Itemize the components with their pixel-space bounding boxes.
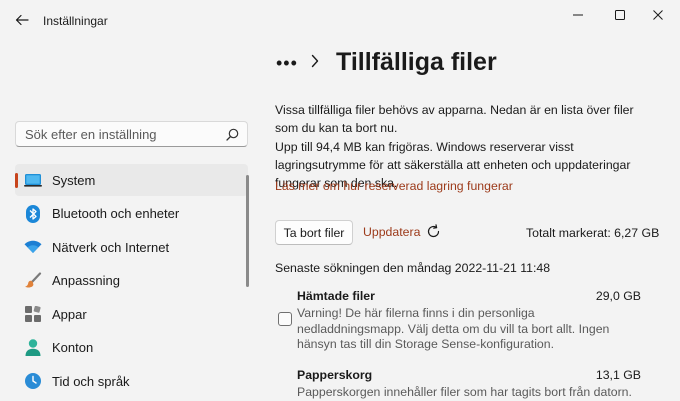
- sidebar-item-system[interactable]: System: [15, 164, 248, 196]
- maximize-icon: [615, 10, 625, 20]
- refresh-label: Uppdatera: [363, 224, 421, 239]
- apps-icon: [24, 305, 42, 323]
- file-name: Papperskorg: [297, 368, 373, 382]
- refresh-icon: [428, 224, 440, 238]
- sidebar-item-label: Anpassning: [52, 273, 120, 288]
- close-icon: [653, 10, 663, 20]
- breadcrumb-more-button[interactable]: •••: [276, 53, 298, 74]
- chevron-right-icon: [311, 54, 319, 68]
- maximize-button[interactable]: [600, 0, 640, 30]
- total-marked-text: Totalt markerat: 6,27 GB: [526, 226, 660, 240]
- back-arrow-icon: [15, 14, 29, 26]
- learn-more-link[interactable]: Läs mer om hur reserverad lagring funger…: [275, 179, 513, 193]
- clock-globe-icon: [24, 372, 42, 390]
- sidebar-item-label: Konton: [52, 340, 94, 355]
- intro-text: Vissa tillfälliga filer behövs av apparn…: [275, 103, 634, 135]
- file-size: 13,1 GB: [595, 368, 641, 382]
- file-checkbox[interactable]: [278, 312, 292, 326]
- sidebar-item-bluetooth[interactable]: Bluetooth och enheter: [15, 198, 248, 230]
- search-box: [15, 121, 248, 147]
- minimize-button[interactable]: [558, 0, 598, 30]
- minimize-icon: [573, 14, 583, 16]
- file-size: 29,0 GB: [595, 289, 641, 303]
- search-input[interactable]: [16, 122, 225, 146]
- page-title: Tillfälliga filer: [336, 48, 497, 76]
- file-description: Varning! De här filerna finns i din pers…: [297, 306, 610, 351]
- app-title: Inställningar: [43, 14, 108, 28]
- file-name: Hämtade filer: [297, 289, 375, 303]
- refresh-button[interactable]: Uppdatera: [363, 224, 441, 239]
- remove-files-button[interactable]: Ta bort filer: [275, 220, 353, 245]
- search-icon[interactable]: [226, 128, 239, 141]
- back-button[interactable]: [8, 6, 36, 34]
- sidebar-item-time-language[interactable]: Tid och språk: [15, 365, 248, 397]
- file-description: Papperskorgen innehåller filer som har t…: [297, 385, 632, 399]
- close-button[interactable]: [638, 0, 678, 30]
- sidebar-nav: System Bluetooth och enheter Nätverk och…: [15, 164, 248, 399]
- title-bar: Inställningar: [0, 0, 680, 38]
- sidebar-item-accounts[interactable]: Konton: [15, 332, 248, 364]
- wifi-icon: [24, 238, 42, 256]
- laptop-icon: [24, 171, 42, 189]
- sidebar-item-label: Appar: [52, 306, 87, 322]
- bluetooth-icon: [24, 204, 42, 223]
- person-icon: [24, 339, 42, 357]
- sidebar-scrollbar[interactable]: [246, 175, 249, 287]
- sidebar-item-personalization[interactable]: Anpassning: [15, 265, 248, 297]
- brush-icon: [24, 271, 42, 290]
- sidebar-item-apps[interactable]: Appar: [15, 298, 248, 330]
- sidebar-item-label: Bluetooth och enheter: [52, 206, 180, 221]
- last-scan-text: Senaste sökningen den måndag 2022-11-21 …: [275, 261, 551, 275]
- sidebar-item-label: Nätverk och Internet: [52, 239, 170, 255]
- sidebar-item-label: Tid och språk: [52, 373, 130, 389]
- sidebar-item-network[interactable]: Nätverk och Internet: [15, 231, 248, 263]
- sidebar-item-label: System: [52, 172, 96, 188]
